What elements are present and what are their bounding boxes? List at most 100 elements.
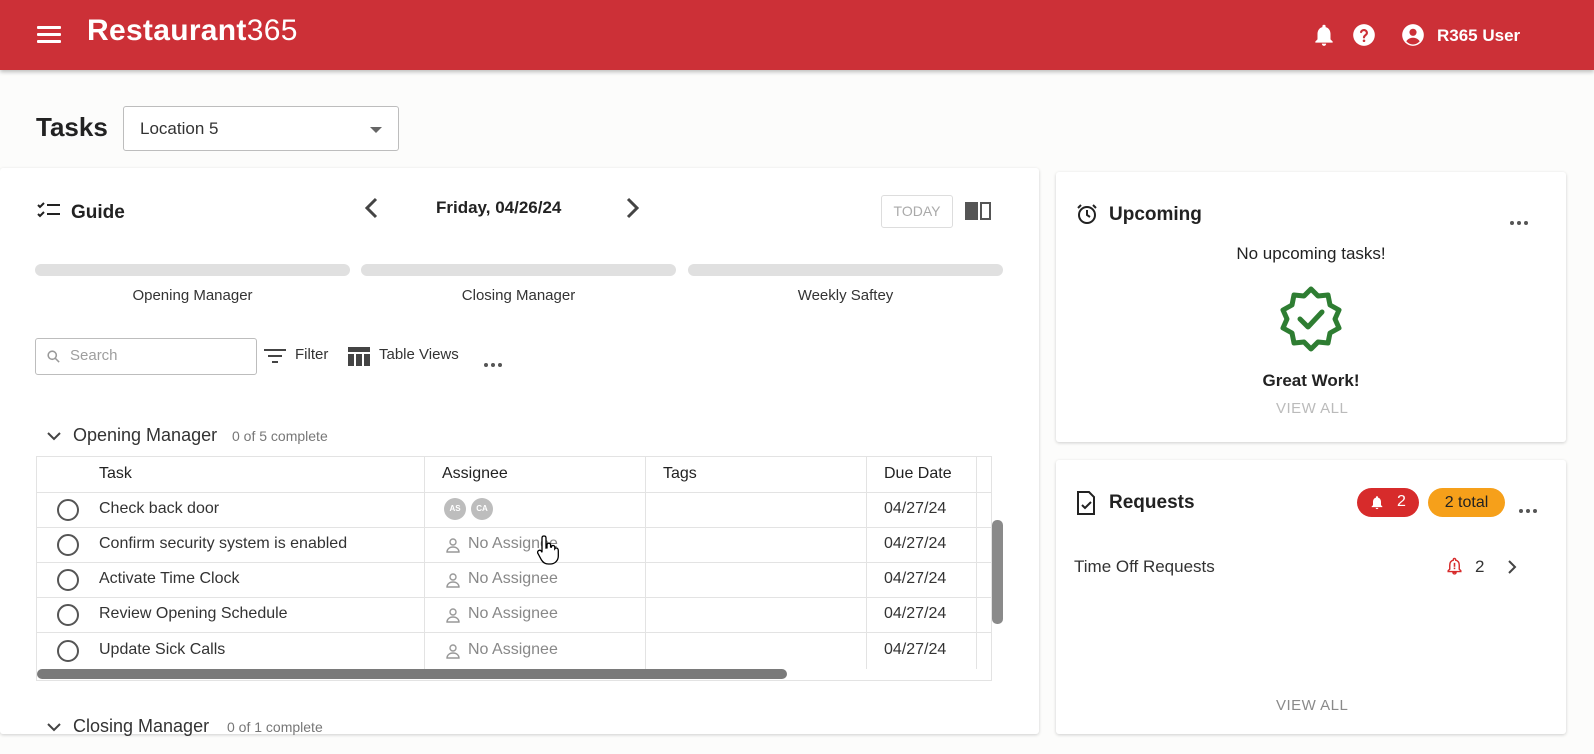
task-complete-checkbox[interactable] [57, 499, 79, 521]
no-assignee-label[interactable]: No Assignee [468, 570, 558, 588]
person-icon [446, 644, 460, 659]
requests-alert-count: 2 [1397, 493, 1406, 510]
requests-title: Requests [1109, 492, 1195, 513]
due-date: 04/27/24 [884, 641, 947, 658]
task-name[interactable]: Review Opening Schedule [99, 605, 288, 623]
column-header-assignee[interactable]: Assignee [442, 465, 508, 483]
task-complete-checkbox[interactable] [57, 640, 79, 662]
no-assignee-label[interactable]: No Assignee [468, 605, 558, 623]
no-upcoming-message: No upcoming tasks! [1236, 244, 1386, 263]
alarm-clock-icon [1077, 204, 1097, 224]
vertical-scrollbar[interactable] [992, 520, 1003, 624]
location-select[interactable]: Location 5 [123, 106, 399, 151]
avatar[interactable]: AS [444, 498, 466, 520]
requests-more-icon[interactable] [1519, 500, 1541, 513]
progress-label-closing-manager: Closing Manager [461, 287, 576, 304]
hand-cursor-icon [536, 535, 559, 565]
person-icon [446, 608, 460, 623]
table-views-button[interactable]: Table Views [379, 346, 459, 363]
current-date: Friday, 04/26/24 [436, 198, 562, 217]
account-circle-icon[interactable] [1400, 22, 1426, 48]
hamburger-menu-icon[interactable] [37, 26, 61, 44]
today-button[interactable]: TODAY [881, 195, 953, 228]
upcoming-more-icon[interactable] [1510, 212, 1532, 225]
verified-badge-icon [1280, 286, 1342, 352]
guide-title: Guide [71, 202, 125, 223]
tasks-table: Task Assignee Tags Due Date Check back d… [36, 456, 992, 681]
chevron-down-icon[interactable] [46, 721, 62, 733]
bell-icon[interactable] [1311, 22, 1337, 48]
progress-bar-weekly-safety[interactable] [688, 264, 1003, 276]
caret-down-icon [370, 127, 382, 133]
split-view-icon[interactable] [964, 200, 992, 222]
group-opening-manager[interactable]: Opening Manager [73, 425, 217, 446]
chevron-left-icon[interactable] [362, 196, 382, 220]
due-date: 04/27/24 [884, 570, 947, 587]
person-icon [446, 538, 460, 553]
column-divider [645, 457, 646, 669]
progress-label-opening-manager: Opening Manager [132, 287, 253, 304]
task-name[interactable]: Activate Time Clock [99, 570, 239, 588]
document-check-icon [1077, 491, 1095, 515]
bell-alert-outline-icon [1447, 557, 1462, 575]
bell-alert-icon [1371, 496, 1383, 510]
brand-logo[interactable]: Restaurant365 [87, 14, 298, 48]
table-views-icon[interactable] [348, 347, 370, 366]
group-completion-count: 0 of 1 complete [227, 719, 323, 735]
user-name[interactable]: R365 User [1437, 26, 1520, 46]
avatar[interactable]: CA [471, 498, 493, 520]
no-assignee-label[interactable]: No Assignee [468, 641, 558, 659]
great-work-message: Great Work! [1262, 371, 1360, 390]
person-icon [446, 573, 460, 588]
task-complete-checkbox[interactable] [57, 534, 79, 556]
page-title: Tasks [36, 112, 108, 142]
top-app-bar: Restaurant365 R365 User [0, 0, 1594, 70]
group-closing-manager[interactable]: Closing Manager [73, 716, 209, 737]
row-divider [37, 562, 991, 563]
due-date: 04/27/24 [884, 605, 947, 622]
progress-bar-opening-manager[interactable] [35, 264, 350, 276]
time-off-requests-count: 2 [1475, 557, 1485, 576]
task-complete-checkbox[interactable] [57, 604, 79, 626]
search-box[interactable] [35, 338, 257, 375]
progress-label-weekly-safety: Weekly Saftey [797, 287, 894, 304]
due-date: 04/27/24 [884, 535, 947, 552]
task-name[interactable]: Update Sick Calls [99, 641, 225, 659]
column-header-due-date[interactable]: Due Date [884, 465, 952, 483]
row-divider [37, 597, 991, 598]
chevron-right-icon[interactable] [1506, 559, 1518, 575]
task-name[interactable]: Confirm security system is enabled [99, 535, 347, 553]
brand-number: 365 [246, 14, 298, 47]
requests-alert-badge[interactable]: 2 [1357, 488, 1419, 517]
column-divider [424, 457, 425, 669]
task-name[interactable]: Check back door [99, 500, 219, 518]
filter-button[interactable]: Filter [295, 346, 328, 363]
help-icon[interactable] [1351, 22, 1377, 48]
task-complete-checkbox[interactable] [57, 569, 79, 591]
row-divider [37, 527, 991, 528]
requests-total-badge[interactable]: 2 total [1428, 488, 1505, 517]
search-icon [47, 350, 60, 363]
filter-icon[interactable] [264, 348, 286, 364]
brand-name: Restaurant [87, 14, 247, 47]
column-header-task[interactable]: Task [99, 465, 132, 483]
progress-bar-closing-manager[interactable] [361, 264, 676, 276]
row-divider [37, 632, 991, 633]
column-divider [866, 457, 867, 669]
requests-view-all-link[interactable]: VIEW ALL [1276, 697, 1348, 714]
column-header-tags[interactable]: Tags [663, 465, 697, 483]
time-off-requests-label[interactable]: Time Off Requests [1074, 557, 1215, 577]
upcoming-view-all-link[interactable]: VIEW ALL [1276, 400, 1348, 417]
upcoming-title: Upcoming [1109, 204, 1202, 225]
checklist-icon [37, 202, 60, 218]
location-select-value: Location 5 [140, 119, 219, 138]
horizontal-scrollbar[interactable] [37, 669, 787, 679]
more-options-icon[interactable] [484, 354, 506, 367]
chevron-right-icon[interactable] [622, 196, 642, 220]
group-completion-count: 0 of 5 complete [232, 428, 328, 444]
column-divider [976, 457, 977, 669]
search-input[interactable] [70, 347, 250, 364]
chevron-down-icon[interactable] [46, 430, 62, 442]
row-divider [37, 492, 991, 493]
due-date: 04/27/24 [884, 500, 947, 517]
